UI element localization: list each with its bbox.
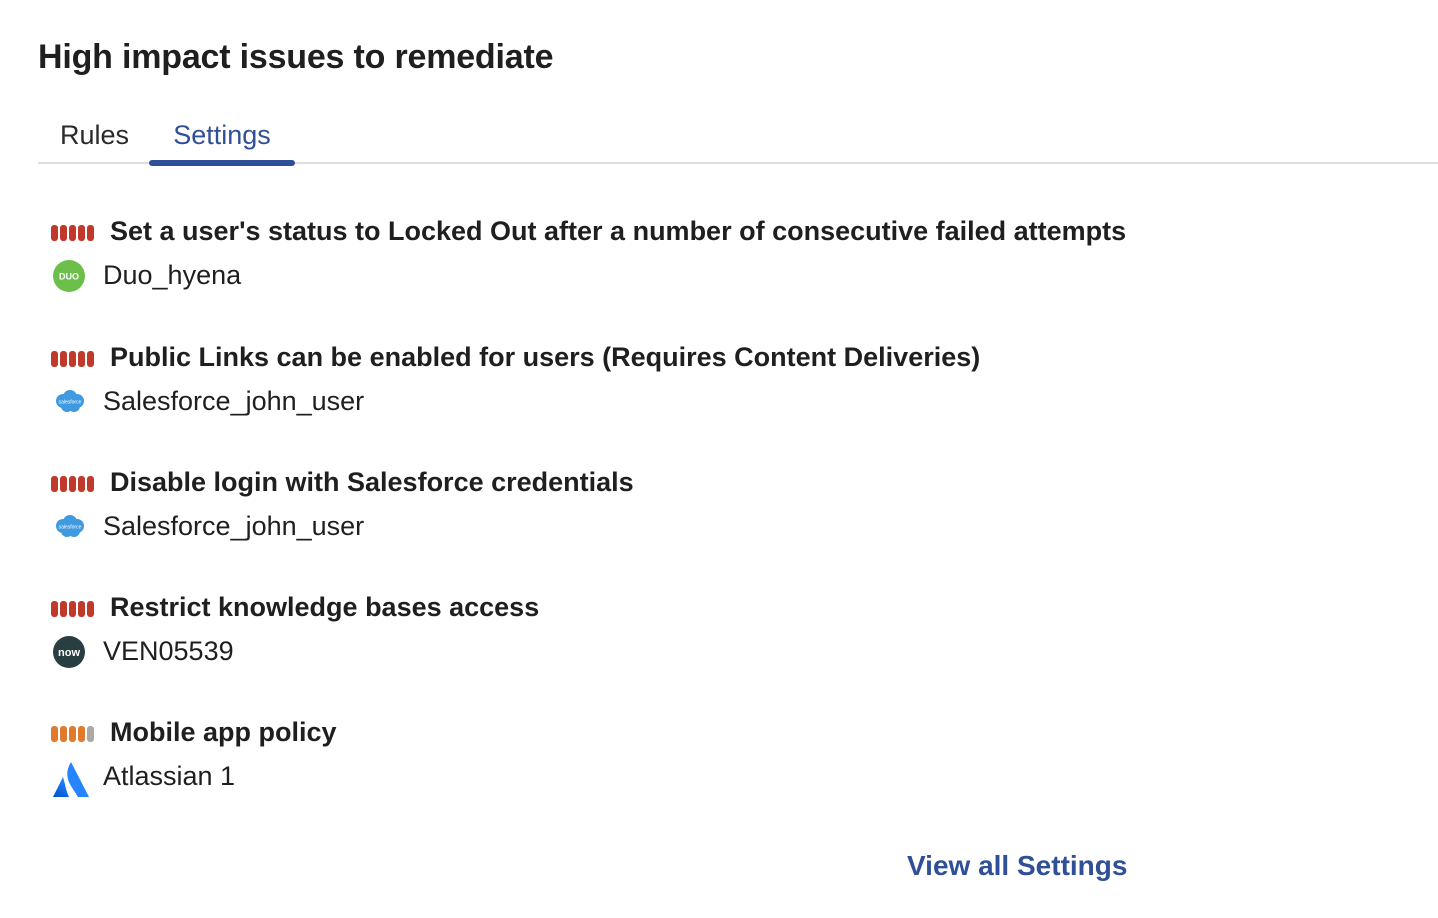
tab-bar: Rules Settings xyxy=(38,112,1438,166)
issue-item: Set a user's status to Locked Out after … xyxy=(51,214,1431,306)
severity-bar xyxy=(69,225,76,241)
svg-text:salesforce: salesforce xyxy=(59,525,82,531)
severity-indicator xyxy=(51,351,97,367)
app-name: Duo_hyena xyxy=(103,260,242,290)
severity-bar xyxy=(51,476,58,492)
severity-bar xyxy=(87,726,94,742)
app-name: VEN05539 xyxy=(103,636,234,666)
severity-bar xyxy=(51,726,58,742)
app-name: Salesforce_john_user xyxy=(103,511,365,541)
issue-title[interactable]: Set a user's status to Locked Out after … xyxy=(110,214,1126,248)
severity-indicator xyxy=(51,726,97,742)
servicenow-icon: now xyxy=(53,636,85,668)
atlassian-icon xyxy=(53,761,89,797)
severity-bar xyxy=(51,601,58,617)
view-all-settings-link[interactable]: View all Settings xyxy=(907,850,1127,882)
issue-title[interactable]: Mobile app policy xyxy=(110,715,337,749)
active-tab-indicator xyxy=(149,160,295,166)
severity-bar xyxy=(78,726,85,742)
severity-bar xyxy=(87,351,94,367)
svg-text:DUO: DUO xyxy=(59,272,79,282)
tab-rules[interactable]: Rules xyxy=(60,112,129,162)
issue-title[interactable]: Restrict knowledge bases access xyxy=(110,590,539,624)
severity-bar xyxy=(60,351,67,367)
severity-bar xyxy=(78,476,85,492)
severity-bar xyxy=(78,351,85,367)
svg-text:salesforce: salesforce xyxy=(59,400,82,406)
issue-title[interactable]: Disable login with Salesforce credential… xyxy=(110,465,634,499)
severity-bar xyxy=(51,225,58,241)
app-name: Atlassian 1 xyxy=(103,761,236,791)
issue-item: Public Links can be enabled for users (R… xyxy=(51,340,1431,432)
duo-icon: DUO xyxy=(53,260,85,292)
app-name: Salesforce_john_user xyxy=(103,386,365,416)
salesforce-icon: salesforce xyxy=(53,386,85,418)
panel-title: High impact issues to remediate xyxy=(38,38,554,76)
severity-bar xyxy=(60,726,67,742)
severity-bar xyxy=(87,476,94,492)
severity-bar xyxy=(87,601,94,617)
severity-bar xyxy=(69,601,76,617)
tab-settings-label: Settings xyxy=(173,120,271,150)
salesforce-icon: salesforce xyxy=(53,511,85,543)
issue-title[interactable]: Public Links can be enabled for users (R… xyxy=(110,340,980,374)
severity-indicator xyxy=(51,601,97,617)
severity-bar xyxy=(69,351,76,367)
svg-text:now: now xyxy=(58,647,80,659)
severity-bar xyxy=(78,225,85,241)
severity-indicator xyxy=(51,225,97,241)
high-impact-issues-panel: High impact issues to remediate Rules Se… xyxy=(38,0,1438,918)
severity-bar xyxy=(60,476,67,492)
severity-bar xyxy=(87,225,94,241)
severity-bar xyxy=(69,476,76,492)
severity-bar xyxy=(60,225,67,241)
severity-bar xyxy=(69,726,76,742)
severity-bar xyxy=(60,601,67,617)
severity-bar xyxy=(78,601,85,617)
severity-bar xyxy=(51,351,58,367)
tab-settings[interactable]: Settings xyxy=(149,112,295,166)
issue-item: Mobile app policy Atlassian 1 xyxy=(51,715,1431,807)
issue-item: Disable login with Salesforce credential… xyxy=(51,465,1431,557)
issue-item: Restrict knowledge bases access now VEN0… xyxy=(51,590,1431,682)
severity-indicator xyxy=(51,476,97,492)
